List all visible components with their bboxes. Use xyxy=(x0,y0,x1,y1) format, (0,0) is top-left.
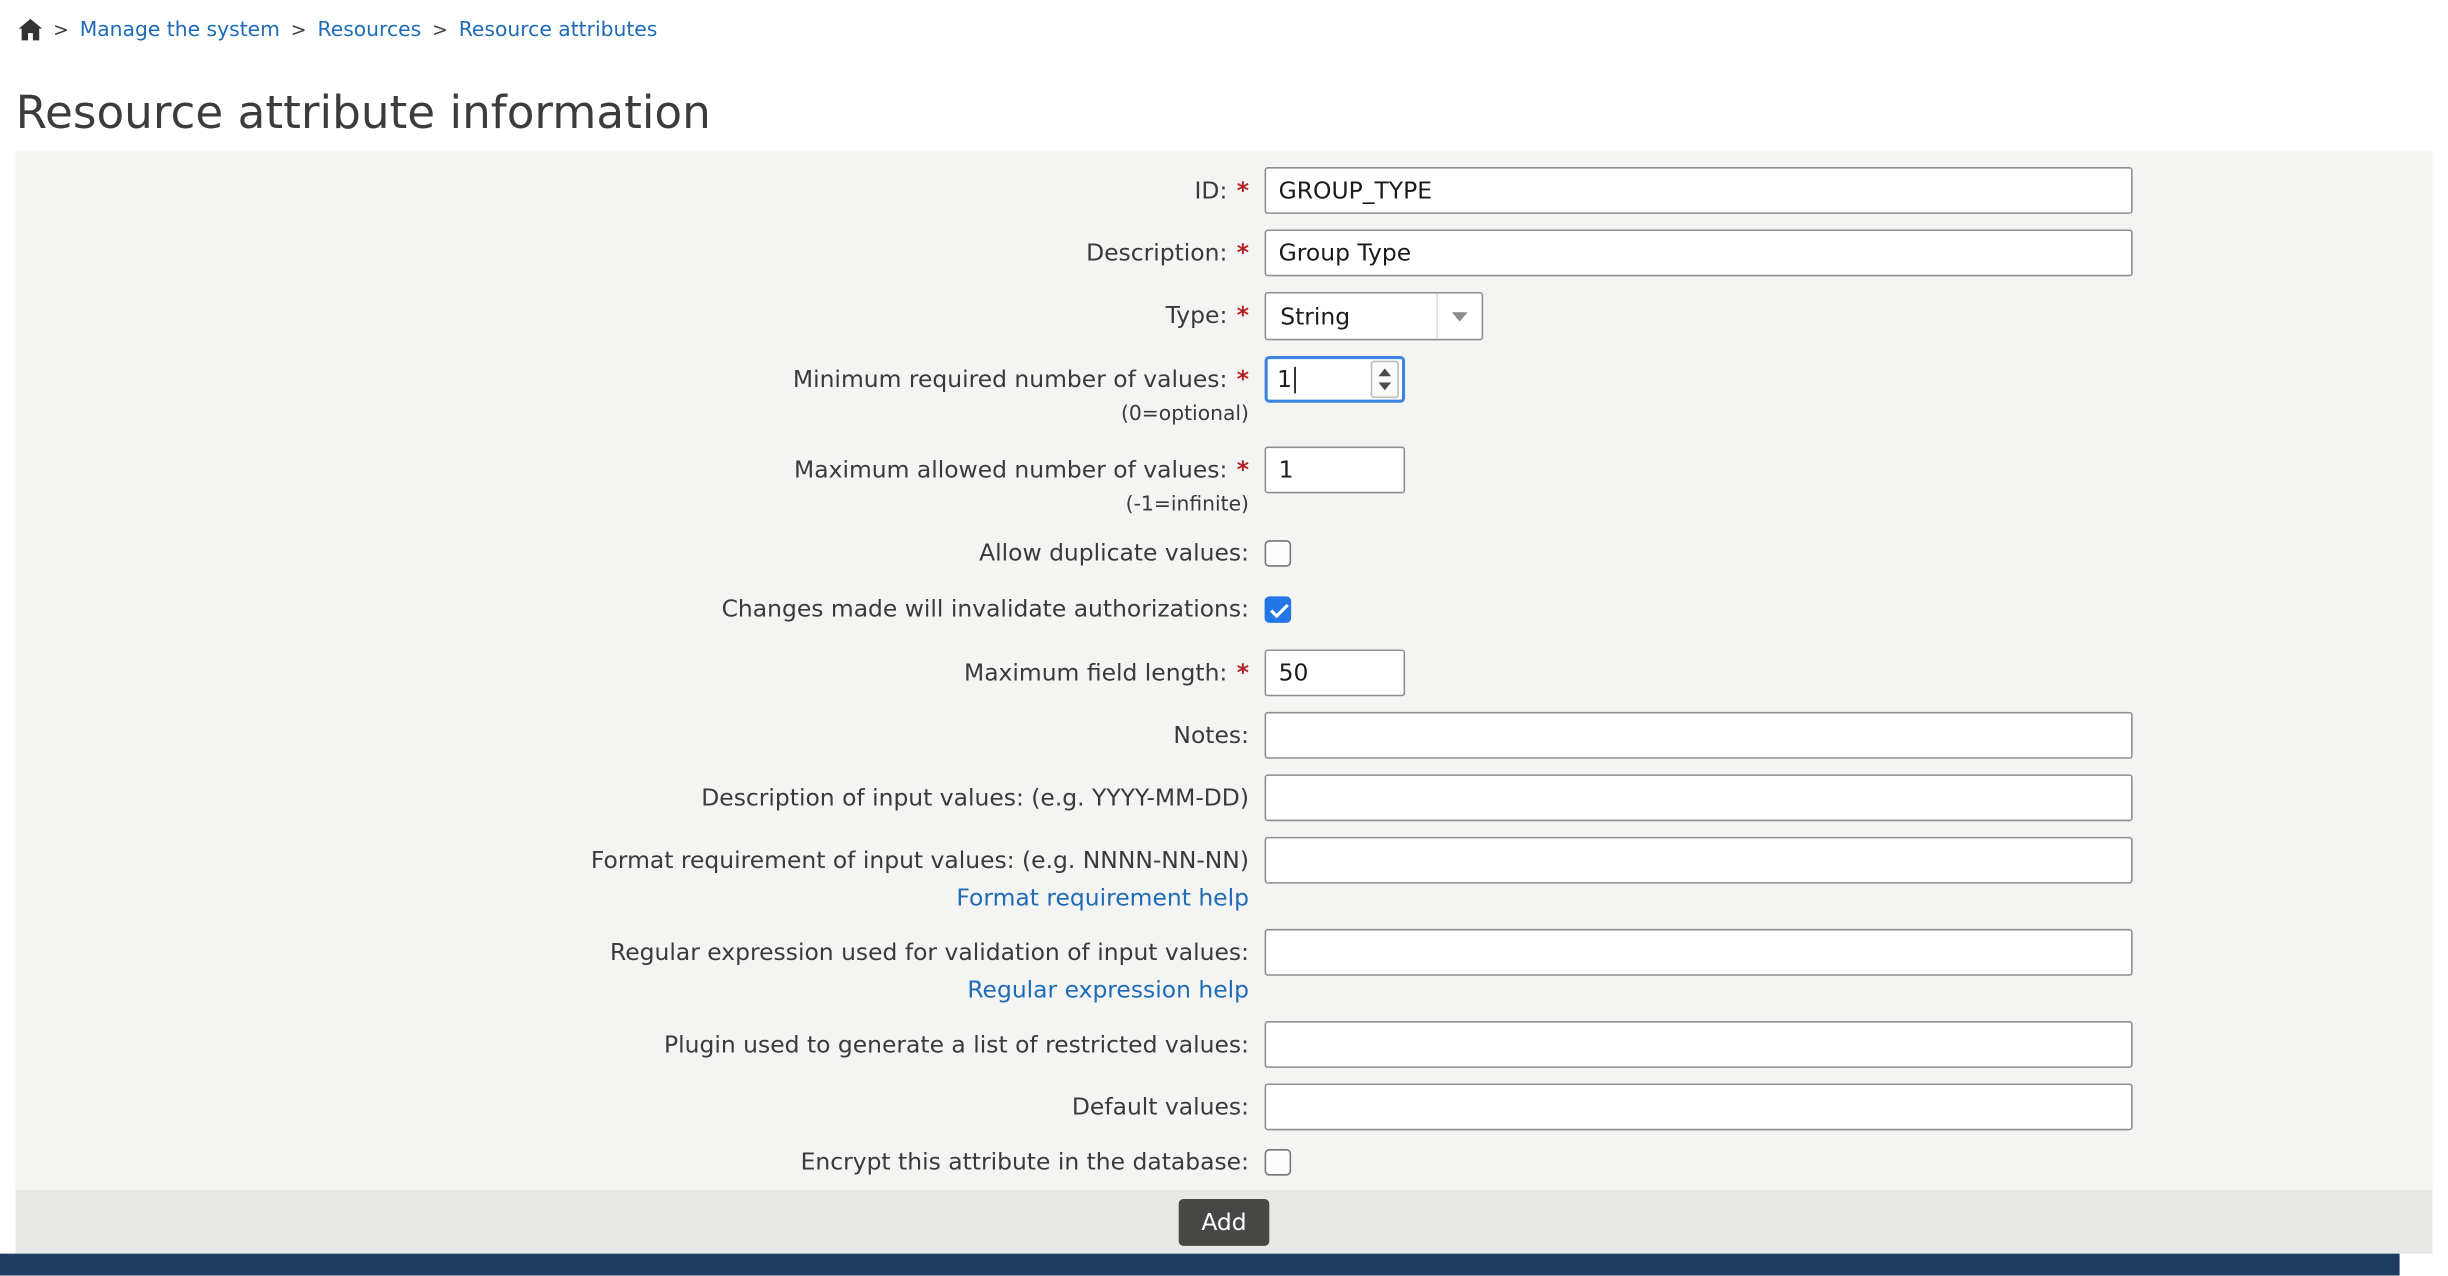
description-input[interactable] xyxy=(1265,229,2133,276)
allow-duplicates-checkbox[interactable] xyxy=(1265,539,1292,566)
default-values-input[interactable] xyxy=(1265,1083,2133,1130)
format-requirement-help-link[interactable]: Format requirement help xyxy=(956,884,1249,912)
field-row-allow-duplicates: Allow duplicate values: xyxy=(16,537,2433,568)
field-row-notes: Notes: xyxy=(16,712,2433,759)
field-row-max-field-length: Maximum field length: * xyxy=(16,649,2433,696)
required-asterisk: * xyxy=(1237,659,1249,687)
max-field-length-label: Maximum field length: xyxy=(964,659,1227,687)
chevron-down-icon xyxy=(1436,294,1481,339)
spinner-down-icon[interactable] xyxy=(1379,382,1391,390)
encrypt-checkbox[interactable] xyxy=(1265,1148,1292,1175)
field-row-max-values: Maximum allowed number of values: * (-1=i… xyxy=(16,447,2433,522)
form-footer: Add xyxy=(16,1190,2433,1254)
max-values-label: Maximum allowed number of values: xyxy=(794,456,1227,484)
invalidate-authorizations-checkbox[interactable] xyxy=(1265,596,1292,623)
field-row-encrypt: Encrypt this attribute in the database: xyxy=(16,1146,2433,1177)
plugin-label: Plugin used to generate a list of restri… xyxy=(664,1030,1249,1058)
notes-input[interactable] xyxy=(1265,712,2133,759)
breadcrumb-separator: > xyxy=(291,19,307,41)
breadcrumb-link-resource-attributes[interactable]: Resource attributes xyxy=(459,18,658,41)
breadcrumb-separator: > xyxy=(432,19,448,41)
type-select[interactable]: String xyxy=(1265,292,1484,340)
field-row-input-values-description: Description of input values: (e.g. YYYY-… xyxy=(16,774,2433,821)
required-asterisk: * xyxy=(1237,365,1249,393)
field-row-id: ID: * xyxy=(16,167,2433,214)
id-input[interactable] xyxy=(1265,167,2133,214)
allow-duplicates-label: Allow duplicate values: xyxy=(979,539,1249,567)
field-row-format-requirement: Format requirement of input values: (e.g… xyxy=(16,837,2433,914)
type-label: Type: xyxy=(1166,301,1228,329)
add-button[interactable]: Add xyxy=(1179,1198,1268,1245)
field-row-plugin: Plugin used to generate a list of restri… xyxy=(16,1021,2433,1068)
format-requirement-label: Format requirement of input values: (e.g… xyxy=(591,846,1249,874)
breadcrumb-separator: > xyxy=(53,19,69,41)
regex-input[interactable] xyxy=(1265,929,2133,976)
encrypt-label: Encrypt this attribute in the database: xyxy=(801,1147,1249,1175)
max-values-input[interactable] xyxy=(1265,447,1406,494)
number-spinner[interactable] xyxy=(1371,361,1399,398)
invalidate-authorizations-label: Changes made will invalidate authorizati… xyxy=(722,595,1249,623)
breadcrumb-link-resources[interactable]: Resources xyxy=(318,18,422,41)
spinner-up-icon[interactable] xyxy=(1379,368,1391,376)
min-values-label: Minimum required number of values: xyxy=(793,365,1227,393)
regex-help-link[interactable]: Regular expression help xyxy=(967,976,1249,1004)
plugin-input[interactable] xyxy=(1265,1021,2133,1068)
default-values-label: Default values: xyxy=(1072,1093,1249,1121)
breadcrumb: > Manage the system > Resources > Resour… xyxy=(0,0,2448,45)
input-values-description-label: Description of input values: (e.g. YYYY-… xyxy=(701,784,1249,812)
form-panel: ID: * Description: * Type: * String xyxy=(16,151,2433,1189)
page: > Manage the system > Resources > Resour… xyxy=(0,0,2448,1269)
field-row-min-values: Minimum required number of values: * (0=o… xyxy=(16,356,2433,431)
required-asterisk: * xyxy=(1237,301,1249,329)
required-asterisk: * xyxy=(1237,176,1249,204)
required-asterisk: * xyxy=(1237,239,1249,267)
format-requirement-input[interactable] xyxy=(1265,837,2133,884)
min-values-input[interactable]: 1 xyxy=(1265,356,1406,403)
field-row-invalidate-authorizations: Changes made will invalidate authorizati… xyxy=(16,593,2433,624)
input-values-description-input[interactable] xyxy=(1265,774,2133,821)
min-values-note: (0=optional) xyxy=(16,400,1249,431)
description-label: Description: xyxy=(1086,239,1227,267)
field-row-type: Type: * String xyxy=(16,292,2433,340)
footer-navy-bar xyxy=(0,1254,2400,1276)
field-row-regex: Regular expression used for validation o… xyxy=(16,929,2433,1005)
min-values-value: 1 xyxy=(1277,365,1292,393)
type-select-value: String xyxy=(1280,302,1436,330)
max-field-length-input[interactable] xyxy=(1265,649,1406,696)
home-icon[interactable] xyxy=(19,19,42,41)
breadcrumb-link-manage-the-system[interactable]: Manage the system xyxy=(80,18,280,41)
required-asterisk: * xyxy=(1237,456,1249,484)
regex-label: Regular expression used for validation o… xyxy=(610,938,1249,966)
text-caret xyxy=(1294,366,1296,393)
page-title: Resource attribute information xyxy=(16,86,2433,139)
field-row-description: Description: * xyxy=(16,229,2433,276)
field-row-default-values: Default values: xyxy=(16,1083,2433,1130)
max-values-note: (-1=infinite) xyxy=(16,490,1249,521)
id-label: ID: xyxy=(1195,176,1228,204)
notes-label: Notes: xyxy=(1173,721,1249,749)
